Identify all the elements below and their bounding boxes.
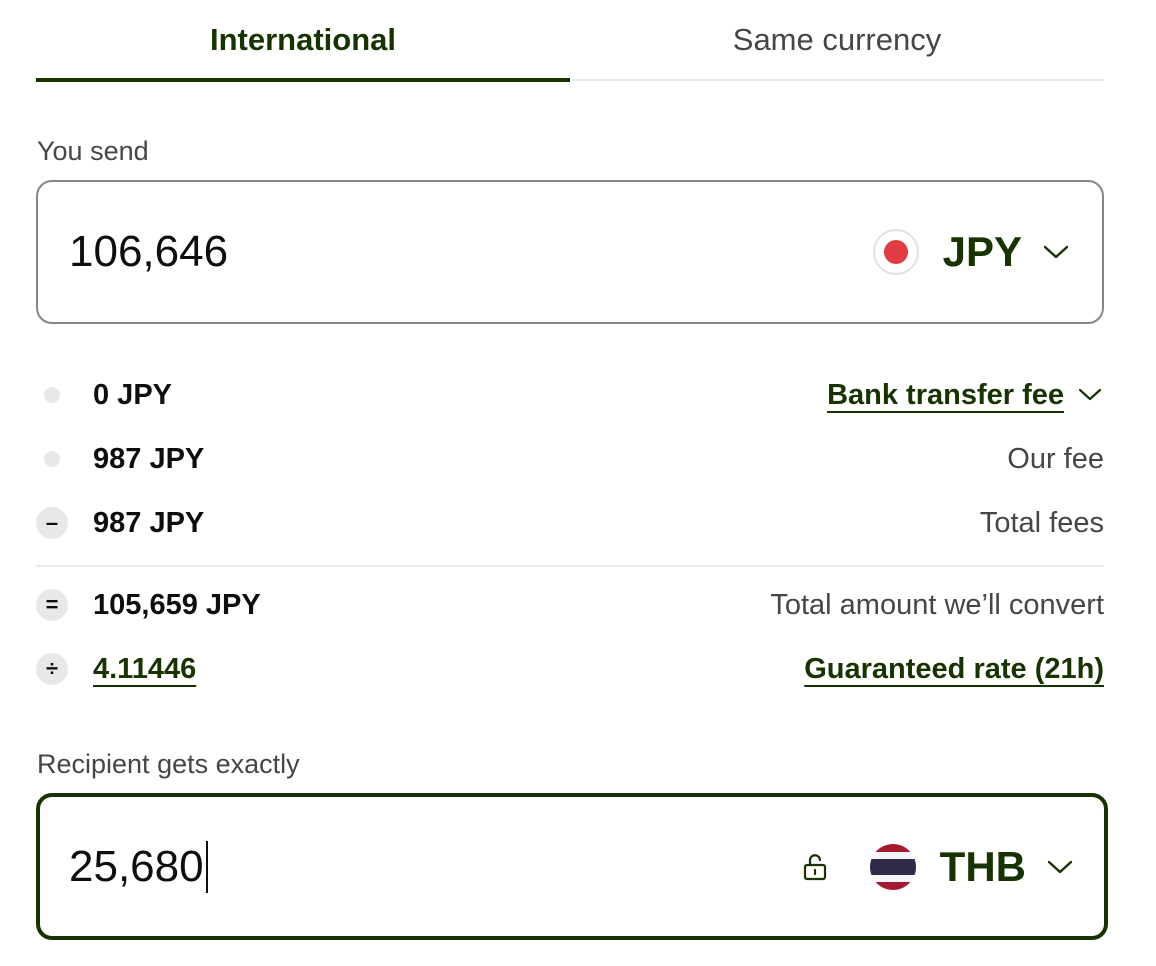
japan-flag-icon (872, 229, 919, 275)
chevron-down-icon (1076, 381, 1104, 409)
recipient-gets-label: Recipient gets exactly (37, 749, 300, 779)
unlock-icon[interactable] (802, 797, 828, 936)
receive-amount-input[interactable]: 25,680 (69, 797, 208, 936)
receive-currency-code: THB (939, 842, 1026, 890)
fee-row-total-fees: – 987 JPY Total fees (36, 501, 1104, 545)
convert-amount-value: 105,659 JPY (93, 589, 261, 621)
tab-same-currency[interactable]: Same currency (570, 0, 1104, 82)
bank-transfer-fee-label: Bank transfer fee (827, 379, 1064, 411)
send-amount-input[interactable]: 106,646 (69, 182, 228, 322)
bullet-dot-icon (36, 443, 68, 475)
total-fees-value: 987 JPY (93, 507, 205, 539)
fee-row-convert-amount: = 105,659 JPY Total amount we’ll convert (36, 583, 1104, 627)
fee-row-bank-transfer: 0 JPY Bank transfer fee (36, 373, 1104, 417)
bank-transfer-fee-dropdown[interactable]: Bank transfer fee (827, 373, 1104, 417)
receive-amount-field[interactable]: 25,680 THB (36, 793, 1108, 940)
equals-icon: = (36, 589, 68, 621)
divide-icon: ÷ (36, 653, 68, 685)
send-currency-code: JPY (942, 228, 1022, 275)
thailand-flag-icon (869, 843, 916, 890)
our-fee-value: 987 JPY (93, 443, 205, 475)
fee-row-our-fee: 987 JPY Our fee (36, 437, 1104, 481)
minus-icon: – (36, 507, 68, 539)
send-currency-selector[interactable]: JPY (872, 182, 1070, 322)
total-fees-label: Total fees (979, 507, 1104, 539)
chevron-down-icon (1046, 853, 1074, 881)
our-fee-label: Our fee (1007, 443, 1104, 475)
fee-row-rate: ÷ 4.11446 Guaranteed rate (21h) (36, 647, 1104, 691)
convert-amount-label: Total amount we’ll convert (770, 589, 1104, 621)
exchange-rate-link[interactable]: 4.11446 (93, 647, 196, 691)
chevron-down-icon (1042, 238, 1070, 266)
breakdown-divider (36, 565, 1104, 567)
you-send-label: You send (37, 136, 149, 166)
send-amount-field[interactable]: 106,646 JPY (36, 180, 1104, 324)
transfer-type-tabs: International Same currency (36, 0, 1104, 82)
receive-amount-text: 25,680 (69, 841, 204, 891)
bank-transfer-fee-value: 0 JPY (93, 379, 172, 411)
receive-currency-selector[interactable]: THB (869, 797, 1074, 936)
tab-international[interactable]: International (36, 0, 570, 82)
bullet-dot-icon (36, 379, 68, 411)
text-caret (205, 840, 208, 893)
guaranteed-rate-link[interactable]: Guaranteed rate (21h) (804, 647, 1104, 691)
